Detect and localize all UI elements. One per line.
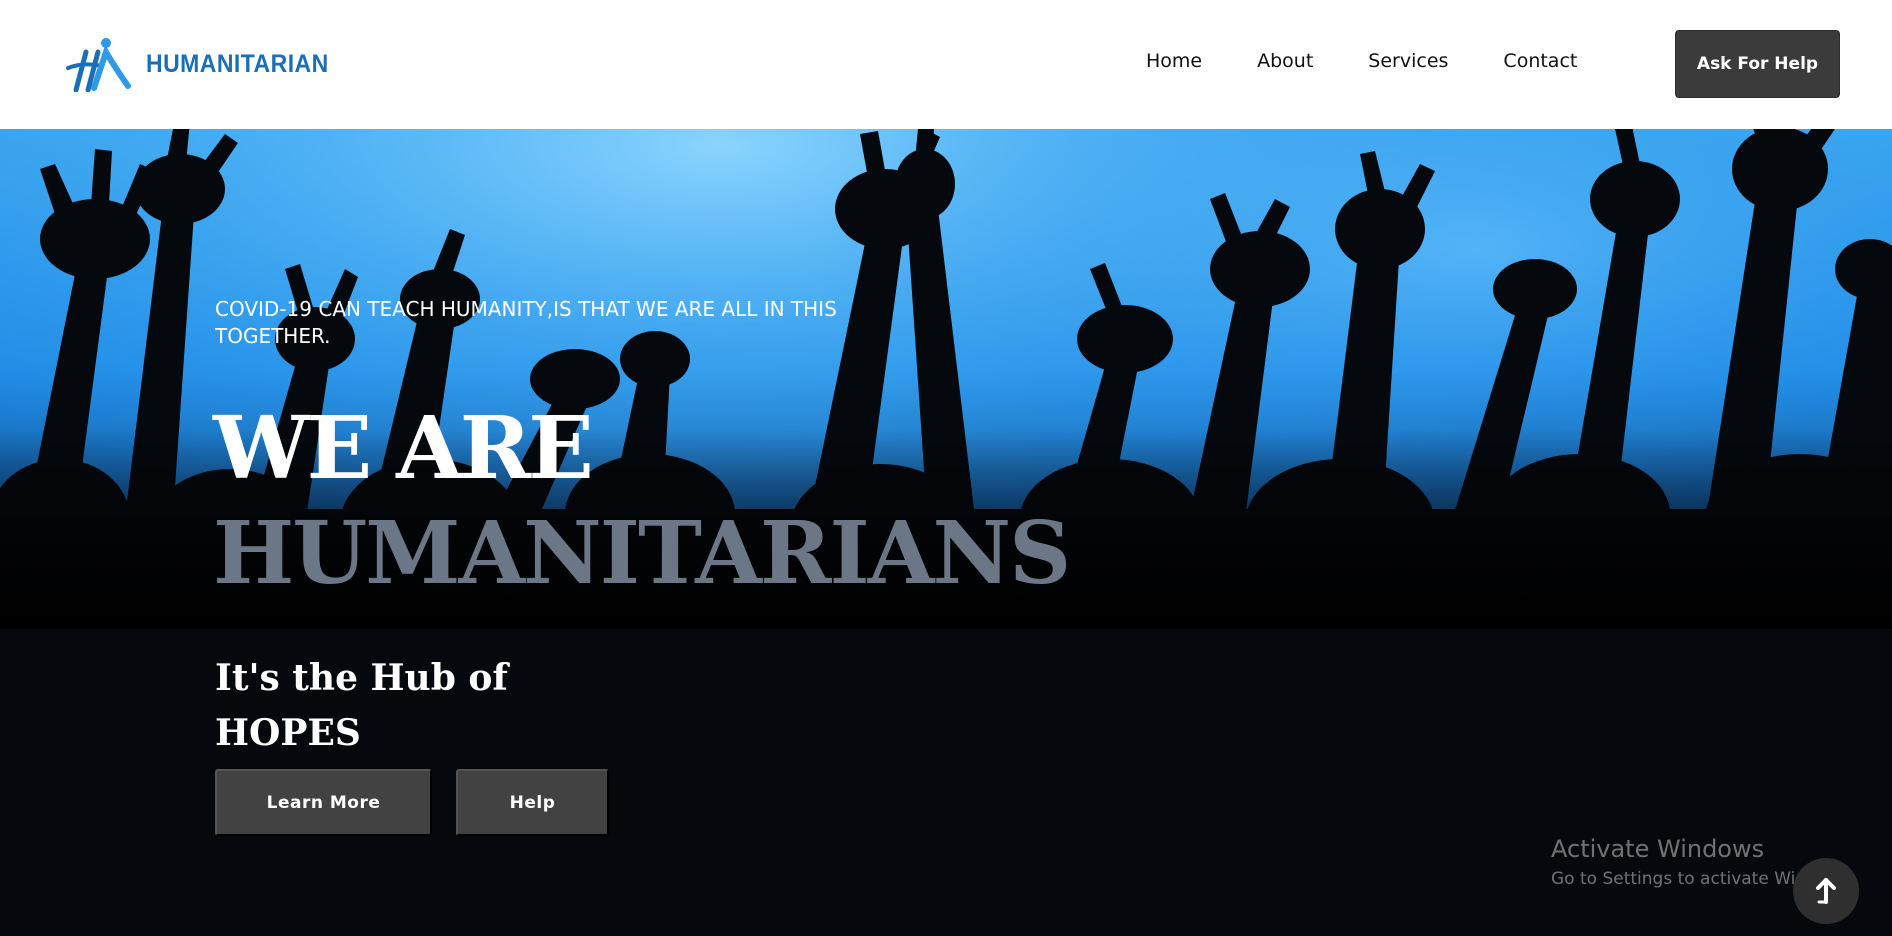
hero-section: COVID-19 CAN TEACH HUMANITY,IS THAT WE A…: [0, 129, 1892, 936]
brand-name: HUMANITARIAN: [146, 49, 329, 78]
ask-for-help-button[interactable]: Ask For Help: [1675, 30, 1840, 98]
watermark-title: Activate Windows: [1551, 835, 1765, 863]
scroll-to-top-button[interactable]: [1793, 858, 1859, 924]
nav-services[interactable]: Services: [1368, 50, 1448, 72]
arrow-up-icon: [1816, 878, 1836, 904]
brand-logo[interactable]: HUMANITARIAN: [62, 36, 345, 92]
main-nav: Home About Services Contact: [1146, 50, 1632, 72]
learn-more-button[interactable]: Learn More: [215, 769, 432, 836]
nav-home[interactable]: Home: [1146, 50, 1202, 72]
hero-subheading-line2: HOPES: [215, 712, 361, 754]
nav-contact[interactable]: Contact: [1503, 50, 1577, 72]
hero-headline-line2: HUMANITARIANS: [213, 503, 1071, 604]
site-header: HUMANITARIAN Home About Services Contact…: [0, 0, 1892, 129]
help-button[interactable]: Help: [456, 769, 609, 836]
hero-headline-line1: WE ARE: [213, 398, 594, 499]
hero-tagline: COVID-19 CAN TEACH HUMANITY,IS THAT WE A…: [215, 297, 837, 348]
nav-about[interactable]: About: [1257, 50, 1313, 72]
humanitarian-logo-icon: [66, 38, 131, 92]
hero-subheading-line1: It's the Hub of: [215, 657, 508, 699]
